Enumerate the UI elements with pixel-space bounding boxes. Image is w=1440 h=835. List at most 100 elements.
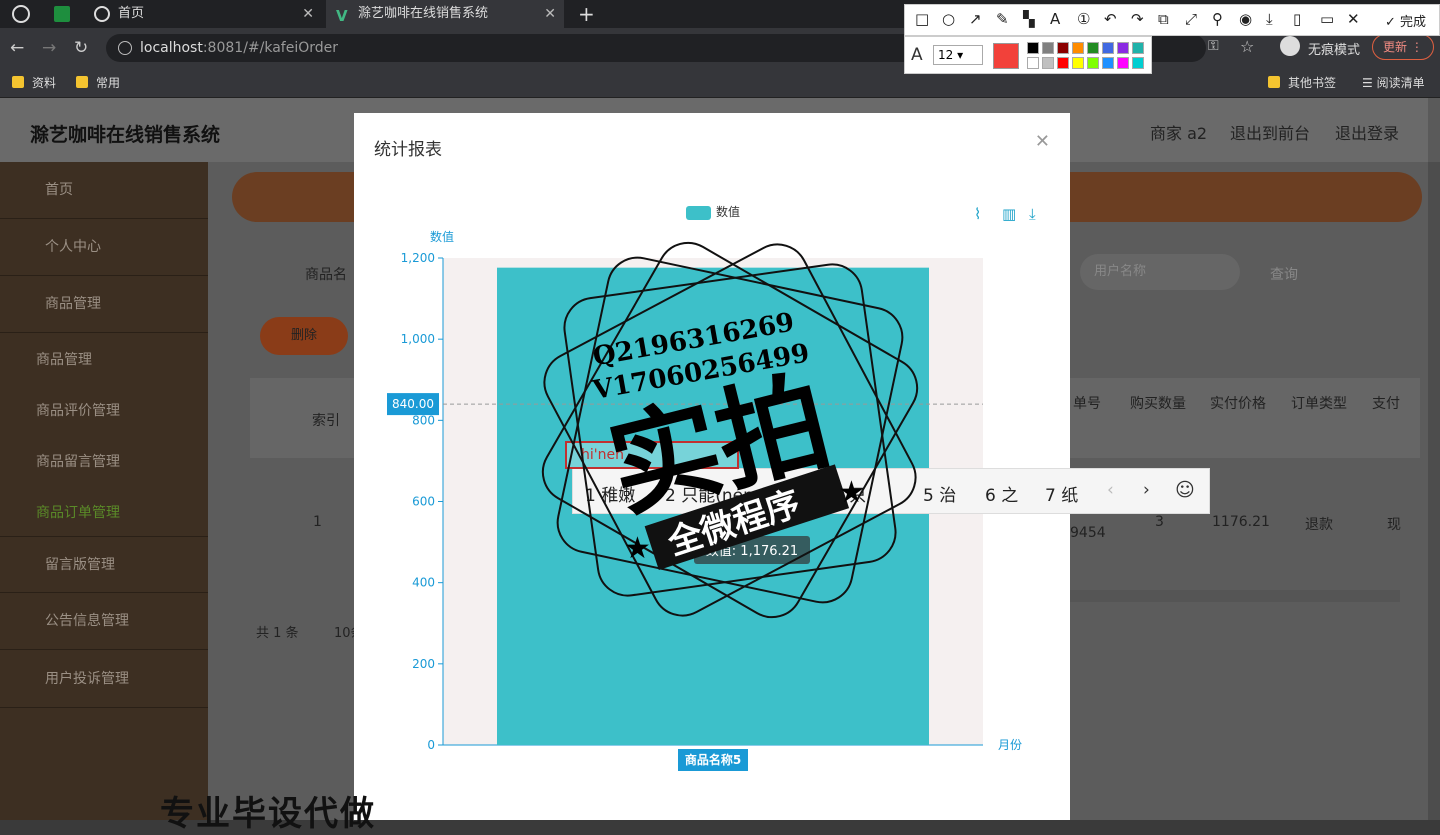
globe-icon[interactable] (12, 5, 30, 23)
copy-icon[interactable]: ⧉ (1158, 10, 1169, 28)
ime-candidate[interactable]: 6 之 (985, 481, 1018, 506)
pin-icon[interactable]: ⚲ (1212, 10, 1223, 28)
star-icon[interactable]: ☆ (1240, 37, 1254, 56)
user-search-input[interactable]: 用户名称 (1080, 254, 1240, 290)
bookmark-folder[interactable]: 其他书签 (1268, 74, 1336, 91)
number-tool-icon[interactable]: ① (1077, 10, 1090, 28)
bookmark-folder[interactable]: 常用 (76, 74, 120, 91)
sidebar-sub-comments[interactable]: 商品留言管理 (36, 451, 120, 471)
reload-icon[interactable]: ↻ (74, 38, 88, 58)
palette-color-swatch[interactable] (1117, 57, 1129, 69)
close-icon[interactable]: ✕ (1347, 10, 1360, 28)
key-icon[interactable]: ⚿ (1208, 38, 1219, 54)
sidebar-sub-products[interactable]: 商品管理 (36, 349, 92, 369)
row-pay: 现 (1387, 517, 1401, 533)
sheets-icon[interactable] (54, 6, 70, 22)
back-to-front-link[interactable]: 退出到前台 (1230, 120, 1310, 144)
palette-color-swatch[interactable] (1057, 57, 1069, 69)
palette-color-swatch[interactable] (1132, 42, 1144, 54)
y-tick-label: 400 (412, 576, 435, 590)
palette-color-swatch[interactable] (1072, 42, 1084, 54)
annotation-palette: A 12 ▾ (904, 36, 1152, 74)
annotation-toolbar: □ ○ ↗ ✎ ▚ A ① ↶ ↷ ⧉ ⤢ ⚲ ◉ ⤓ ▯ ▭ ✕ ✓ 完成 (904, 4, 1440, 36)
y-axis-title: 数值 (430, 229, 454, 244)
palette-color-swatch[interactable] (1027, 57, 1039, 69)
fullscreen-icon[interactable]: ⤢ (1185, 10, 1197, 28)
palette-color-swatch[interactable] (1072, 57, 1084, 69)
tab-app[interactable]: V 滁艺咖啡在线销售系统 ✕ (326, 0, 564, 28)
phone-icon[interactable]: ▯ (1293, 10, 1301, 28)
save-icon[interactable]: ⤓ (1266, 10, 1273, 28)
star-icon: ★ (624, 531, 651, 566)
palette-color-swatch[interactable] (1117, 42, 1129, 54)
sidebar-item-notices[interactable]: 公告信息管理 (0, 593, 208, 650)
pen-tool-icon[interactable]: ✎ (996, 10, 1009, 28)
ime-candidate[interactable]: 7 纸 (1045, 481, 1078, 506)
palette-color-swatch[interactable] (1132, 57, 1144, 69)
font-size-select[interactable]: 12 ▾ (933, 45, 983, 65)
selected-color-swatch[interactable] (993, 43, 1019, 69)
row-qty: 3 (1155, 514, 1164, 530)
sidebar-item-products[interactable]: 商品管理 (0, 276, 208, 333)
palette-color-swatch[interactable] (1087, 42, 1099, 54)
palette-color-swatch[interactable] (1057, 42, 1069, 54)
close-icon[interactable]: ✕ (302, 0, 314, 28)
rect-tool-icon[interactable]: □ (915, 10, 929, 28)
bookmark-folder[interactable]: 资料 (12, 74, 56, 91)
palette-color-swatch[interactable] (1102, 57, 1114, 69)
logout-link[interactable]: 退出登录 (1335, 120, 1399, 144)
vue-icon: V (336, 7, 348, 25)
info-icon[interactable] (118, 41, 132, 55)
sidebar-sub-orders[interactable]: 商品订单管理 (36, 502, 120, 522)
row-paid: 1176.21 (1212, 514, 1270, 530)
page-scrollbar[interactable] (1428, 162, 1440, 820)
close-icon[interactable]: ✕ (544, 0, 556, 28)
prev-page-icon[interactable]: ‹ (1107, 480, 1114, 500)
redo-icon[interactable]: ↷ (1131, 10, 1144, 28)
bookmark-icon[interactable]: ▭ (1320, 10, 1334, 28)
update-button[interactable]: 更新 ⋮ (1372, 34, 1434, 60)
url-host: localhost (140, 40, 203, 56)
forward-icon[interactable]: → (42, 38, 56, 58)
circle-tool-icon[interactable]: ○ (942, 10, 955, 28)
y-tick-label: 600 (412, 495, 435, 509)
app-title: 滁艺咖啡在线销售系统 (30, 124, 221, 146)
palette-color-swatch[interactable] (1087, 57, 1099, 69)
sidebar-sub-reviews[interactable]: 商品评价管理 (36, 400, 120, 420)
globe-icon (94, 6, 110, 22)
emoji-icon[interactable]: ☺ (1175, 479, 1195, 501)
palette-color-swatch[interactable] (1042, 42, 1054, 54)
y-tick-label: 200 (412, 657, 435, 671)
record-icon[interactable]: ◉ (1239, 10, 1252, 28)
next-page-icon[interactable]: › (1143, 480, 1150, 500)
done-button[interactable]: ✓ 完成 (1385, 11, 1426, 30)
delete-button[interactable]: 删除 (260, 317, 348, 355)
sidebar-item-complaints[interactable]: 用户投诉管理 (0, 651, 208, 708)
new-tab-icon[interactable]: + (578, 2, 595, 26)
sidebar-item-profile[interactable]: 个人中心 (0, 219, 208, 276)
tab-home[interactable]: 首页 ✕ (86, 0, 322, 28)
text-size-icon: A (911, 45, 923, 65)
delete-label: 删除 (290, 328, 317, 343)
done-label: 完成 (1400, 15, 1427, 30)
y-tick-label: 0 (427, 738, 435, 752)
palette-color-swatch[interactable] (1042, 57, 1054, 69)
palette-color-swatch[interactable] (1027, 42, 1039, 54)
row-index: 1 (313, 514, 322, 530)
undo-icon[interactable]: ↶ (1104, 10, 1117, 28)
query-button[interactable]: 查询 (1270, 264, 1298, 284)
x-tick-label: 商品名称5 (685, 752, 741, 767)
table-scrollbar[interactable] (1070, 590, 1400, 602)
sidebar-item-home[interactable]: 首页 (0, 162, 208, 219)
mosaic-tool-icon[interactable]: ▚ (1023, 10, 1035, 28)
arrow-tool-icon[interactable]: ↗ (969, 10, 982, 28)
sidebar-item-messages[interactable]: 留言版管理 (0, 536, 208, 593)
reading-list-icon[interactable]: ☰ 阅读清单 (1362, 74, 1425, 91)
text-tool-icon[interactable]: A (1050, 10, 1060, 28)
y-tick-label: 1,200 (401, 251, 435, 265)
palette-color-swatch[interactable] (1102, 42, 1114, 54)
back-icon[interactable]: ← (10, 38, 24, 58)
ime-candidate[interactable]: 5 治 (923, 481, 956, 506)
y-tick-label: 1,000 (401, 332, 435, 346)
cursor-label: 840.00 (392, 397, 434, 411)
